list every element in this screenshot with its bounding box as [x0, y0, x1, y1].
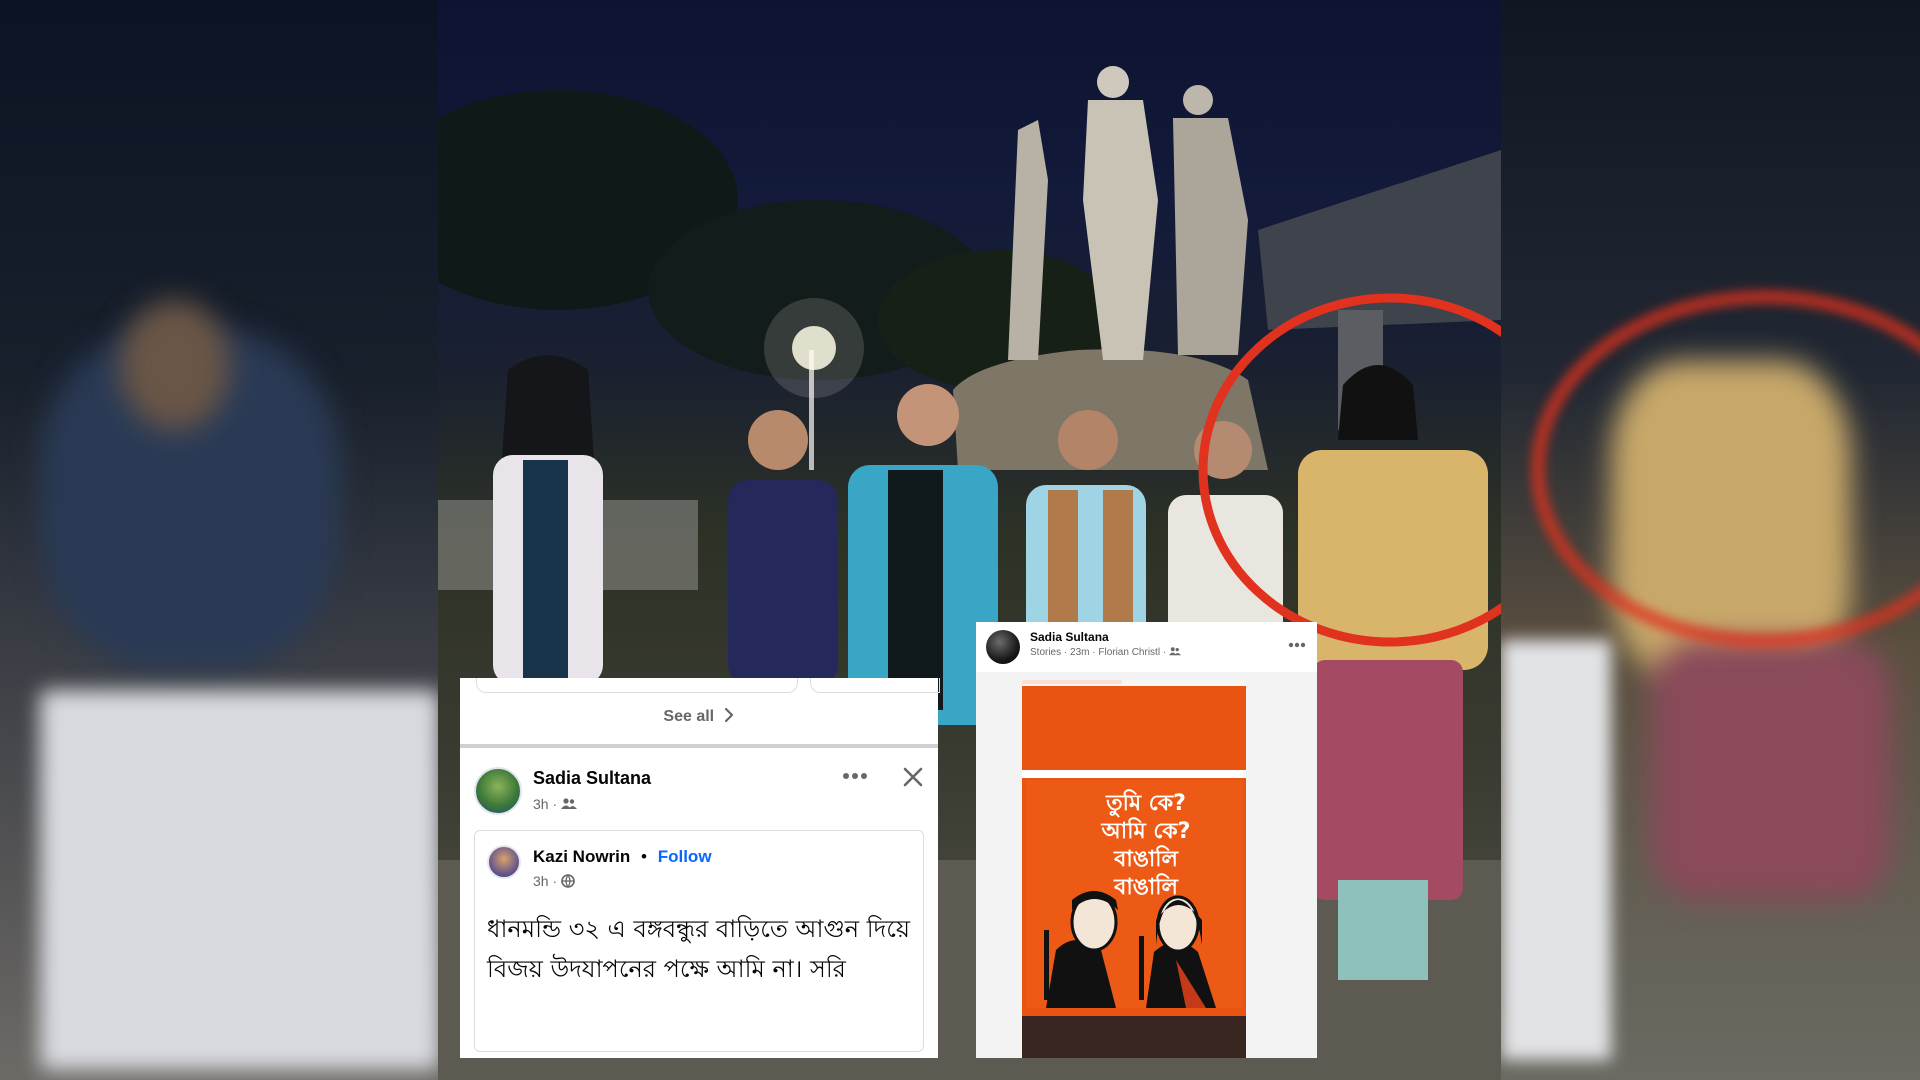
rifle [1139, 936, 1144, 1000]
person-highlighted [1298, 365, 1488, 980]
avatar[interactable] [487, 845, 521, 879]
poster: তুমি কে? আমি কে? বাঙালি বাঙালি [1026, 780, 1242, 1008]
poster-line: বাঙালি [1114, 847, 1178, 872]
rifle [1044, 930, 1049, 1000]
post-author[interactable]: Sadia Sultana [533, 768, 651, 789]
story-meta: Stories · 23m · Florian Christl · [1030, 647, 1181, 658]
suggestion-card-edge [476, 678, 798, 693]
more-options-icon[interactable] [842, 772, 868, 780]
see-all-strip: See all [460, 678, 940, 748]
suggestion-card-edge [810, 678, 940, 693]
story-meta-music[interactable]: Florian Christl [1098, 647, 1160, 658]
separator: • [641, 847, 647, 866]
follow-button[interactable]: Follow [658, 847, 712, 866]
blurred-highlight-ring [1531, 290, 1920, 648]
overpass [1258, 150, 1501, 330]
post-time: 3h · [533, 796, 558, 812]
story-content[interactable]: তুমি কে? আমি কে? বাঙালি বাঙালি [1022, 680, 1246, 1058]
embedded-author[interactable]: Kazi Nowrin [533, 847, 630, 866]
friends-audience-icon [1168, 647, 1181, 656]
story-divider [1022, 770, 1246, 778]
poster-line: তুমি কে? [1106, 791, 1186, 816]
statue-head [1183, 85, 1213, 115]
close-icon[interactable] [902, 766, 924, 788]
blurred-background-left [0, 0, 438, 1080]
blurred-card [40, 690, 438, 1070]
embedded-post[interactable]: Kazi Nowrin • Follow 3h · ধানমন্ডি ৩২ এ … [474, 830, 924, 1052]
see-all-link[interactable]: See all [460, 708, 938, 726]
embedded-time: 3h · [533, 873, 558, 889]
story-author[interactable]: Sadia Sultana [1030, 630, 1109, 644]
story-header: Sadia Sultana Stories · 23m · Florian Ch… [976, 622, 1317, 672]
story-progress-bar [1022, 680, 1122, 684]
person [493, 355, 603, 685]
story-bottom-band [1022, 1016, 1246, 1058]
street-light-glow [764, 298, 864, 398]
shared-post-card: Sadia Sultana 3h · Kazi Nowrin • Follow … [460, 748, 938, 1058]
person [728, 410, 838, 685]
chevron-right-icon [724, 708, 733, 723]
story-meta-time: 23m [1070, 647, 1090, 658]
poster-line: আমি কে? [1101, 819, 1191, 844]
statue-head [1097, 66, 1129, 98]
blurred-card [1501, 640, 1611, 1060]
see-all-label: See all [663, 708, 715, 725]
blurred-background-right [1501, 0, 1920, 1080]
blurred-dress [1651, 640, 1891, 900]
statue-figure [1173, 118, 1248, 355]
friends-audience-icon [561, 798, 578, 809]
story-card: Sadia Sultana Stories · 23m · Florian Ch… [976, 622, 1317, 1058]
embedded-header: Kazi Nowrin • Follow [533, 847, 712, 867]
soldier-body [1046, 940, 1116, 1008]
embedded-meta: 3h · [533, 873, 575, 889]
blurred-face [120, 300, 230, 430]
globe-audience-icon [561, 873, 575, 888]
woman-face [1156, 895, 1200, 953]
more-options-icon[interactable] [1288, 642, 1306, 648]
poster-text: তুমি কে? আমি কে? বাঙালি বাঙালি [1066, 790, 1226, 902]
poster-illustration [1044, 891, 1216, 1008]
avatar[interactable] [986, 630, 1020, 664]
avatar[interactable] [474, 767, 522, 815]
post-meta: 3h · [533, 796, 578, 812]
story-meta-stories: Stories [1030, 647, 1062, 658]
post-text: ধানমন্ডি ৩২ এ বঙ্গবন্ধুর বাড়িতে আগুন দি… [487, 915, 911, 983]
